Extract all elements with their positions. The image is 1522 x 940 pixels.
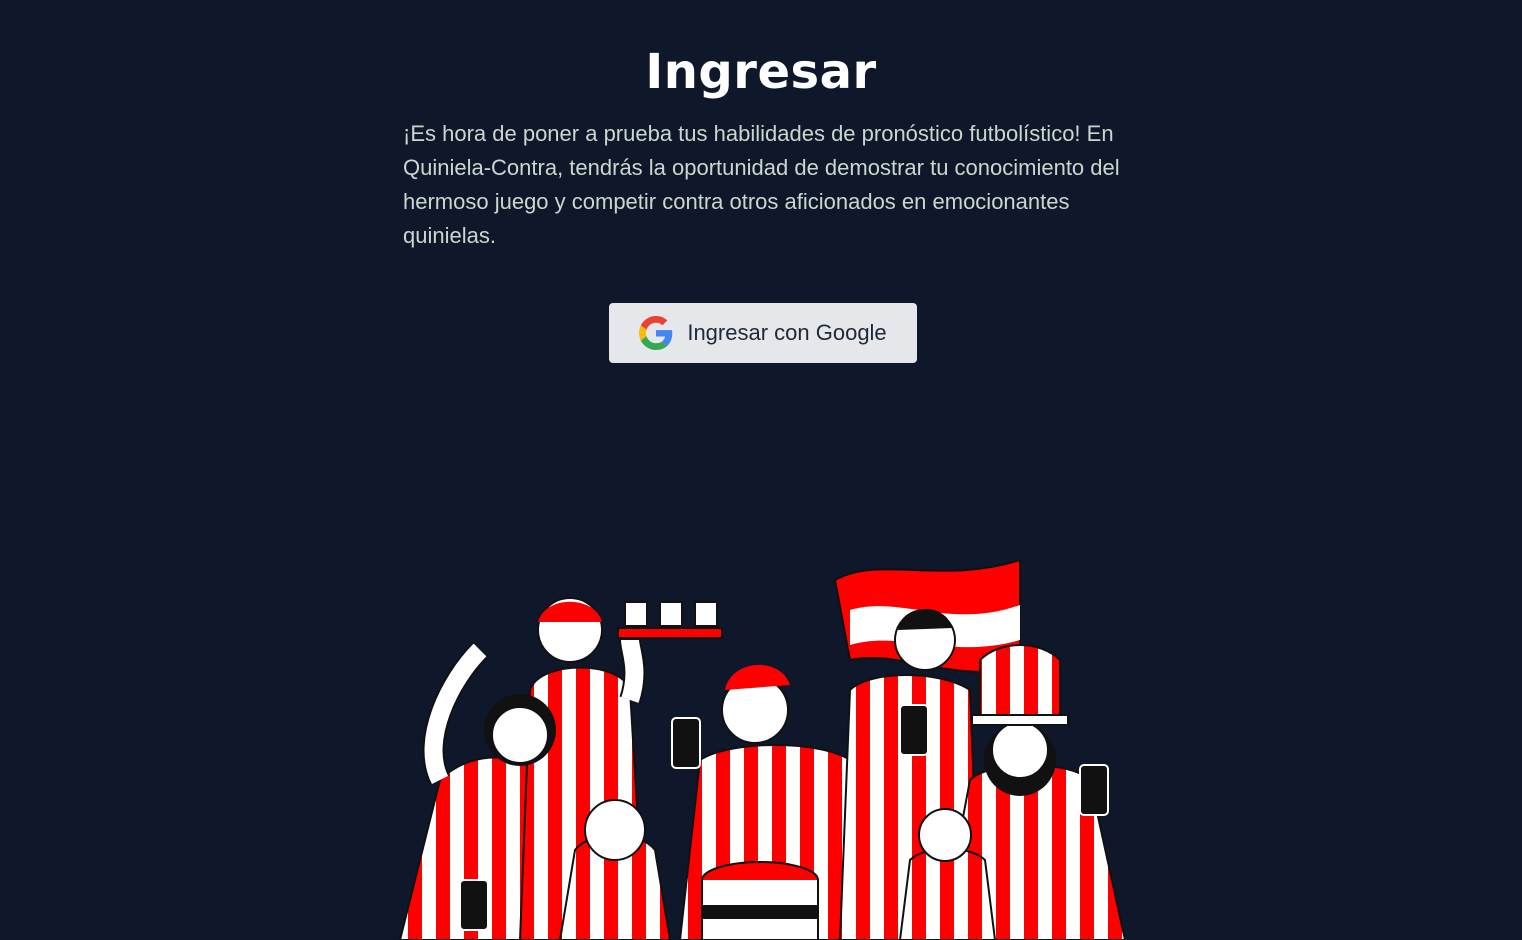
- page-title: Ingresar: [645, 44, 877, 101]
- login-page: Ingresar ¡Es hora de poner a prueba tus …: [0, 0, 1522, 940]
- football-fans-illustration: [398, 558, 1127, 940]
- google-login-label: Ingresar con Google: [687, 320, 887, 345]
- intro-paragraph: ¡Es hora de poner a prueba tus habilidad…: [403, 121, 1120, 248]
- google-icon: [639, 316, 673, 350]
- google-login-button[interactable]: Ingresar con Google: [609, 303, 917, 363]
